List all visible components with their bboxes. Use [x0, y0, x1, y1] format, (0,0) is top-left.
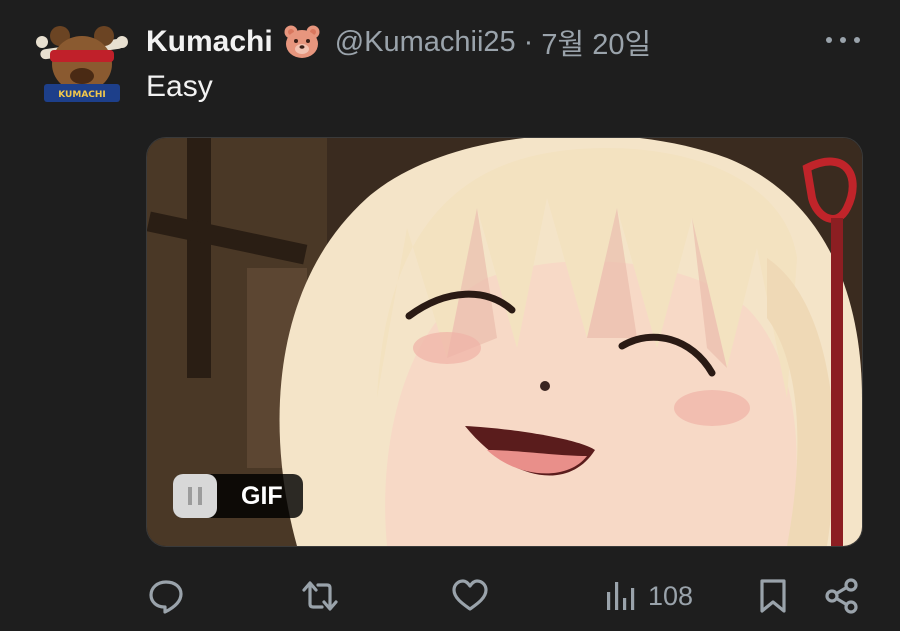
avatar-image: KUMACHI	[36, 26, 128, 102]
share-icon	[825, 578, 858, 614]
gif-label: GIF	[241, 481, 283, 510]
heart-icon	[452, 579, 488, 611]
bookmark-button[interactable]	[758, 578, 788, 614]
pause-icon[interactable]	[173, 474, 217, 518]
separator-dot: ·	[523, 25, 534, 58]
like-button[interactable]	[451, 578, 489, 614]
retweet-icon	[302, 581, 338, 611]
tweet-actions: 108	[146, 572, 866, 620]
author-name[interactable]: Kumachi	[146, 25, 273, 59]
retweet-button[interactable]	[300, 578, 340, 614]
author-handle[interactable]: @Kumachii25	[335, 26, 516, 59]
more-options-icon[interactable]	[826, 30, 860, 50]
avatar-banner-text: KUMACHI	[58, 90, 106, 100]
reply-button[interactable]	[148, 578, 184, 614]
reply-icon	[149, 580, 183, 614]
tweet-date[interactable]: 7월 20일	[541, 21, 651, 63]
share-button[interactable]	[824, 578, 860, 614]
views-icon	[607, 582, 635, 610]
gif-badge: GIF	[173, 474, 303, 518]
bear-face-icon	[283, 23, 321, 61]
avatar[interactable]: KUMACHI	[36, 26, 128, 106]
views-button[interactable]: 108	[604, 578, 693, 614]
views-count: 108	[648, 580, 694, 611]
tweet-header: Kumachi @Kumachii25 · 7월 20일	[146, 22, 651, 62]
tweet-text: Easy	[146, 70, 213, 103]
bookmark-icon	[760, 579, 786, 613]
tweet-media-gif[interactable]: GIF	[146, 137, 863, 547]
